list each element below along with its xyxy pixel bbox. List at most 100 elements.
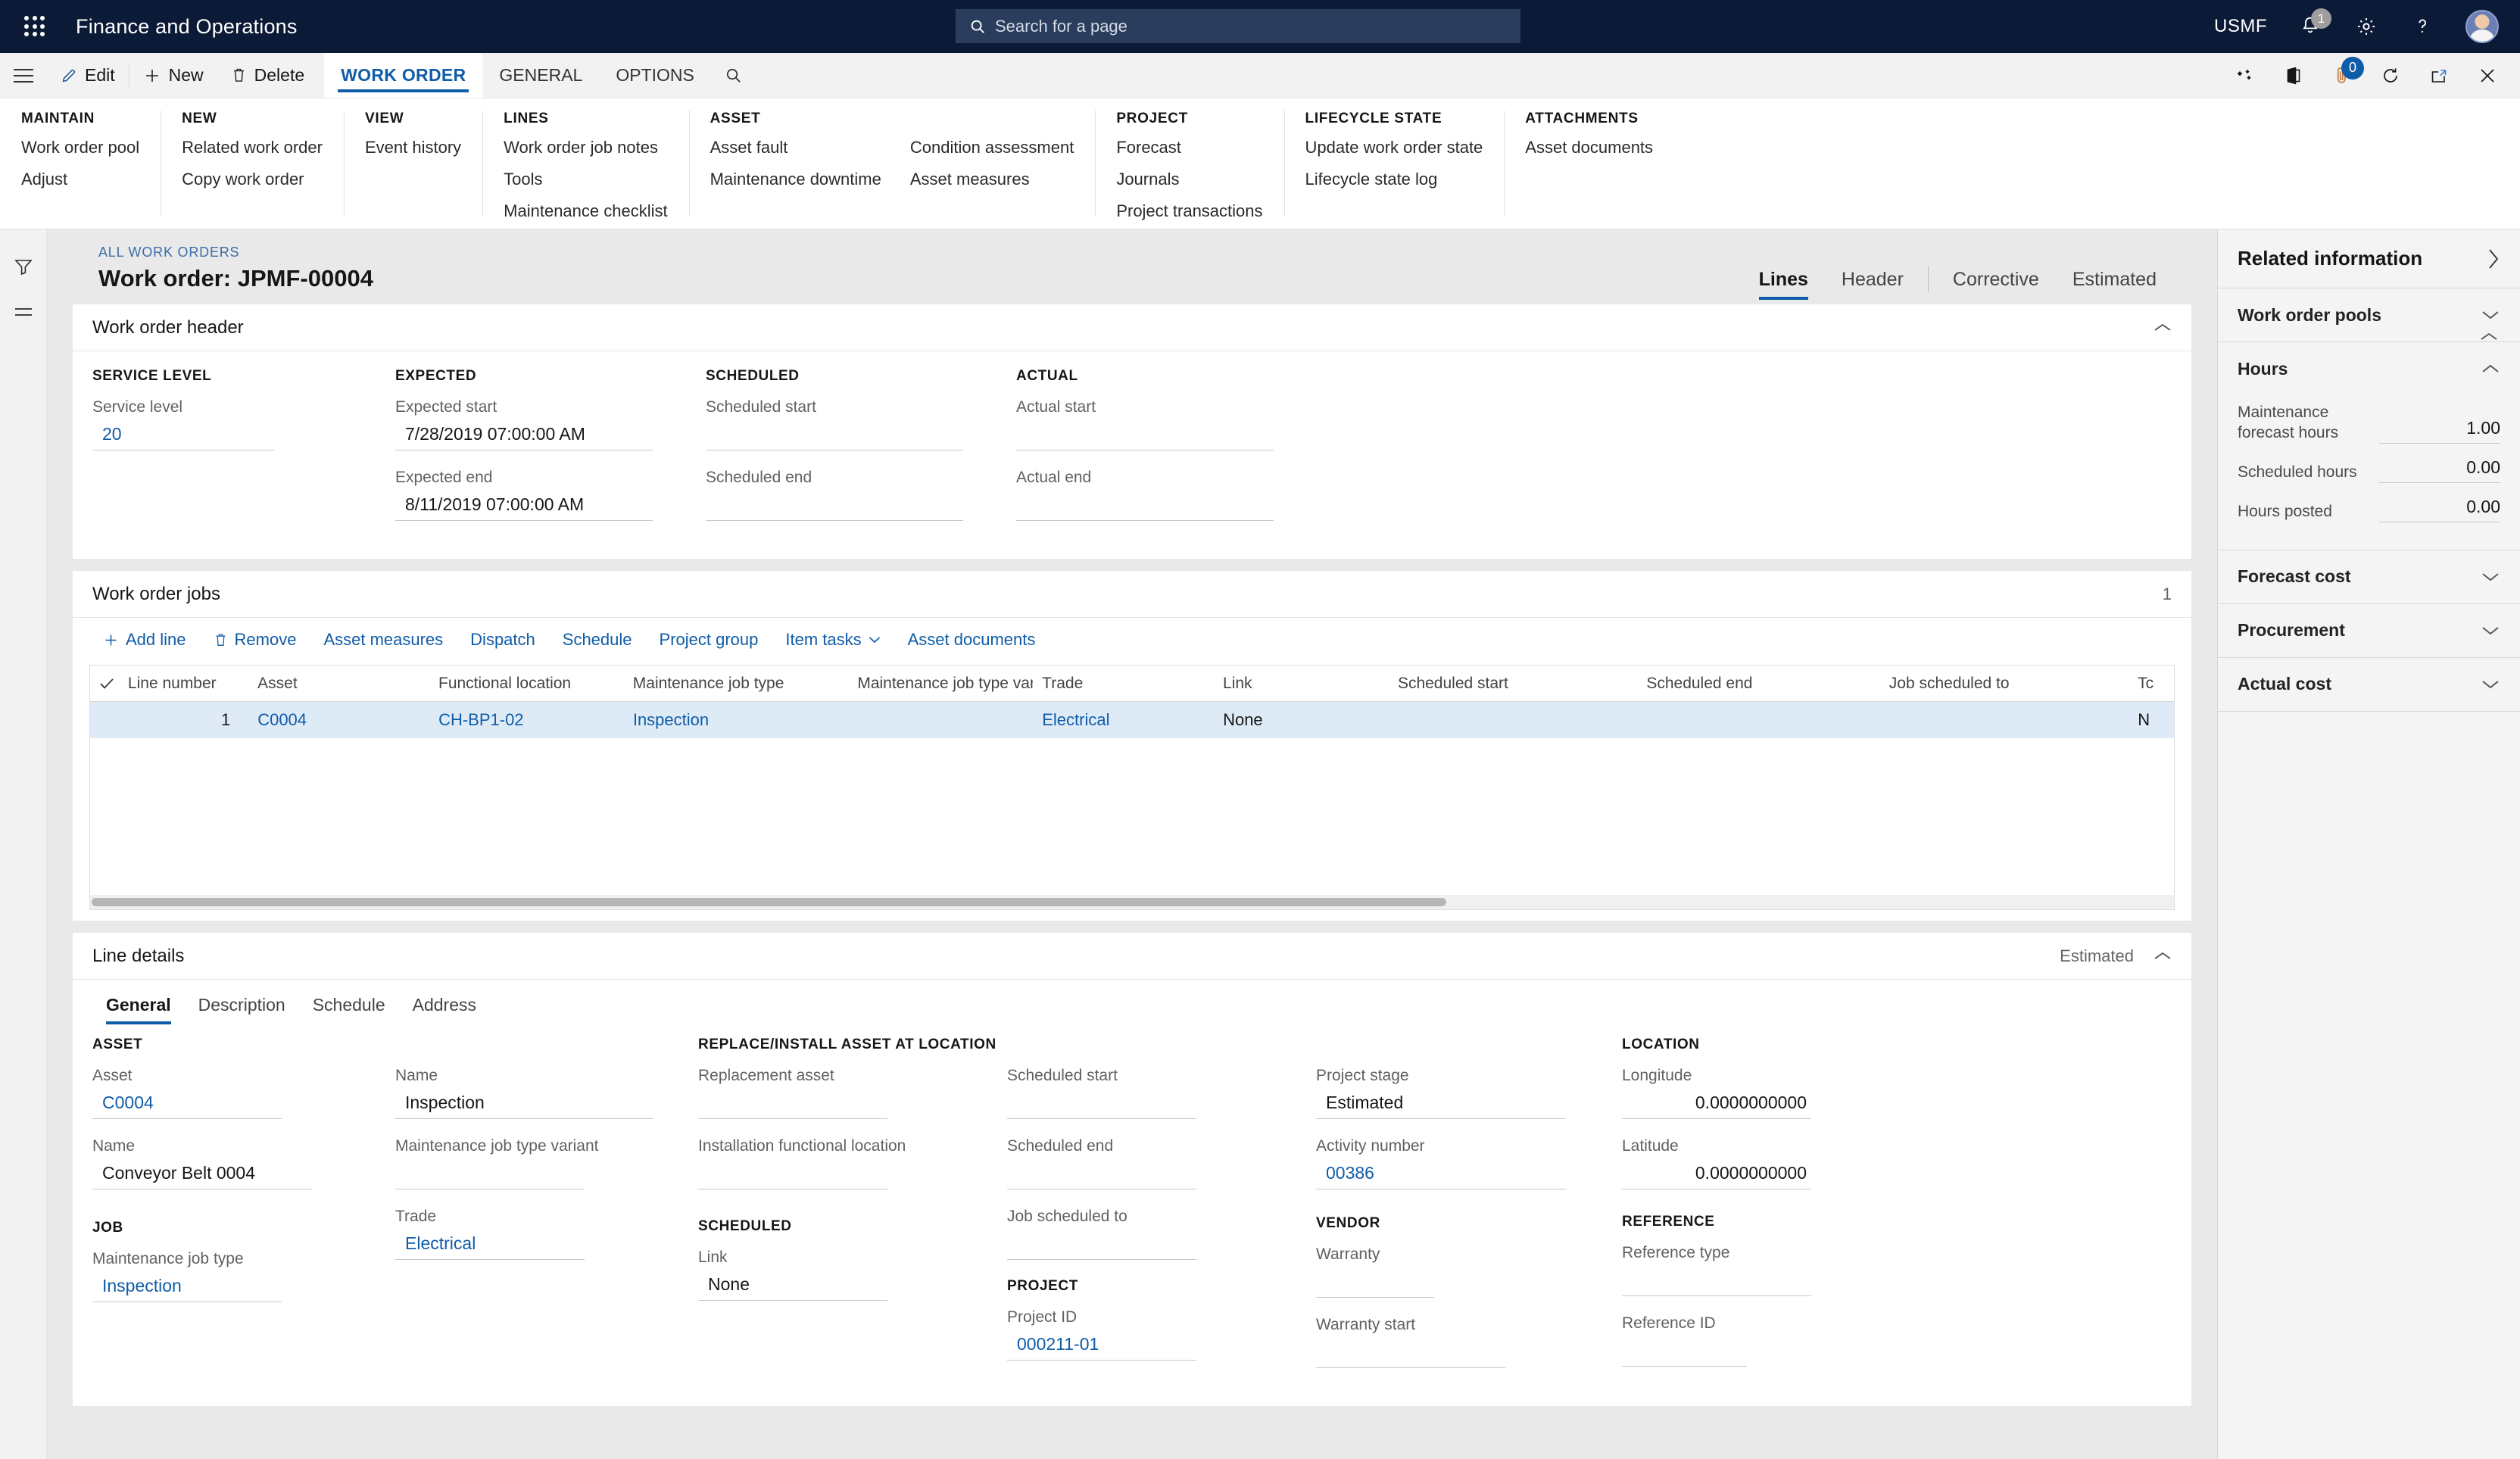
remove-button[interactable]: Remove: [200, 625, 310, 654]
ribbon-item-update-work-order-state[interactable]: Update work order state: [1305, 138, 1483, 157]
new-button[interactable]: New: [129, 53, 217, 98]
action-search-icon[interactable]: [711, 53, 756, 98]
ribbon-item-forecast[interactable]: Forecast: [1116, 138, 1262, 157]
ld-asset-name-value[interactable]: Conveyor Belt 0004: [92, 1161, 312, 1189]
tab-work-order[interactable]: WORK ORDER: [324, 53, 483, 98]
related-section-header-procurement[interactable]: Procurement: [2218, 604, 2520, 657]
ribbon-item-maintenance-downtime[interactable]: Maintenance downtime: [710, 170, 881, 189]
expected-end-value[interactable]: 8/11/2019 07:00:00 AM: [395, 492, 653, 521]
chevron-up-icon[interactable]: [2154, 950, 2172, 962]
cell-functional-location[interactable]: CH-BP1-02: [429, 710, 624, 730]
col-asset[interactable]: Asset: [248, 675, 429, 693]
col-maintenance-job-type-variant[interactable]: Maintenance job type varia...: [848, 675, 1033, 693]
col-scheduled-end[interactable]: Scheduled end: [1637, 675, 1879, 693]
ld-job-type-variant-value[interactable]: [395, 1161, 585, 1189]
view-tab-estimated[interactable]: Estimated: [2056, 269, 2173, 291]
actual-end-value[interactable]: [1016, 492, 1274, 521]
line-details-card-head[interactable]: Line details Estimated: [73, 933, 2191, 980]
col-job-scheduled-to[interactable]: Job scheduled to: [1880, 675, 2129, 693]
line-details-tab-general[interactable]: General: [92, 990, 185, 1024]
ld-job-name-value[interactable]: Inspection: [395, 1090, 653, 1119]
service-level-value[interactable]: 20: [92, 422, 274, 450]
ribbon-item-maintenance-checklist[interactable]: Maintenance checklist: [504, 201, 667, 221]
line-details-tab-schedule[interactable]: Schedule: [299, 990, 399, 1024]
asset-measures-button[interactable]: Asset measures: [310, 625, 457, 654]
ld-scheduled-start-value[interactable]: [1007, 1090, 1196, 1119]
chevron-up-icon[interactable]: [2481, 363, 2500, 375]
select-all-checkmark-icon[interactable]: [90, 678, 119, 690]
table-row[interactable]: 1 C0004 CH-BP1-02 Inspection Electrical …: [90, 702, 2174, 738]
grid-horizontal-scrollbar[interactable]: [89, 895, 2175, 910]
navigation-menu-icon[interactable]: [0, 53, 47, 98]
user-avatar[interactable]: [2465, 10, 2499, 43]
ld-scheduled-end-value[interactable]: [1007, 1161, 1196, 1189]
ribbon-item-related-work-order[interactable]: Related work order: [182, 138, 323, 157]
company-indicator[interactable]: USMF: [2214, 16, 2267, 37]
ld-job-scheduled-to-value[interactable]: [1007, 1231, 1196, 1260]
scheduled-start-value[interactable]: [706, 422, 963, 450]
expected-start-value[interactable]: 7/28/2019 07:00:00 AM: [395, 422, 653, 450]
open-in-new-window-icon[interactable]: [2426, 63, 2452, 89]
project-group-button[interactable]: Project group: [646, 625, 772, 654]
ribbon-item-asset-documents[interactable]: Asset documents: [1525, 138, 1653, 157]
close-icon[interactable]: [2475, 63, 2500, 89]
list-view-icon[interactable]: [14, 305, 33, 320]
col-link[interactable]: Link: [1214, 675, 1389, 693]
ribbon-item-copy-work-order[interactable]: Copy work order: [182, 170, 323, 189]
personalize-icon[interactable]: [2232, 63, 2258, 89]
col-line-number[interactable]: Line number: [119, 675, 248, 693]
ld-link-value[interactable]: None: [698, 1272, 887, 1301]
global-search-box[interactable]: Search for a page: [956, 9, 1520, 43]
dispatch-button[interactable]: Dispatch: [457, 625, 549, 654]
item-tasks-button[interactable]: Item tasks: [772, 625, 894, 654]
ld-longitude-value[interactable]: 0.0000000000: [1622, 1090, 1811, 1119]
cell-trade[interactable]: Electrical: [1033, 710, 1214, 730]
ld-warranty-value[interactable]: [1316, 1269, 1434, 1298]
notifications-icon[interactable]: 1: [2297, 8, 2331, 39]
chevron-right-icon[interactable]: [2487, 248, 2500, 270]
chevron-down-icon[interactable]: [2481, 625, 2500, 637]
tab-general[interactable]: GENERAL: [482, 53, 599, 98]
ld-maintenance-job-type-value[interactable]: Inspection: [92, 1274, 282, 1302]
hours-value-wrap[interactable]: 0.00: [2379, 497, 2500, 522]
cell-maintenance-job-type[interactable]: Inspection: [624, 710, 849, 730]
related-section-header-work-order-pools[interactable]: Work order pools: [2218, 288, 2520, 341]
line-details-tab-address[interactable]: Address: [399, 990, 490, 1024]
hours-value-wrap[interactable]: 1.00: [2379, 418, 2500, 444]
add-line-button[interactable]: Add line: [89, 625, 200, 654]
help-icon[interactable]: [2409, 14, 2435, 39]
related-section-header-actual-cost[interactable]: Actual cost: [2218, 658, 2520, 711]
schedule-button[interactable]: Schedule: [549, 625, 646, 654]
filter-icon[interactable]: [14, 257, 33, 276]
col-functional-location[interactable]: Functional location: [429, 675, 624, 693]
ld-reference-id-value[interactable]: [1622, 1338, 1747, 1367]
global-search-input[interactable]: Search for a page: [995, 17, 1127, 36]
scheduled-end-value[interactable]: [706, 492, 963, 521]
ribbon-item-condition-assessment[interactable]: Condition assessment: [910, 138, 1074, 157]
delete-button[interactable]: Delete: [217, 53, 318, 98]
ld-reference-type-value[interactable]: [1622, 1267, 1811, 1296]
chevron-down-icon[interactable]: [2481, 309, 2500, 321]
ld-latitude-value[interactable]: 0.0000000000: [1622, 1161, 1811, 1189]
chevron-down-icon[interactable]: [2481, 571, 2500, 583]
ribbon-item-tools[interactable]: Tools: [504, 170, 667, 189]
work-order-jobs-card-head[interactable]: Work order jobs 1: [73, 571, 2191, 618]
ribbon-item-work-order-job-notes[interactable]: Work order job notes: [504, 138, 667, 157]
related-information-header[interactable]: Related information: [2218, 229, 2520, 288]
ribbon-item-work-order-pool[interactable]: Work order pool: [21, 138, 139, 157]
ribbon-item-asset-fault[interactable]: Asset fault: [710, 138, 881, 157]
view-tab-lines[interactable]: Lines: [1742, 269, 1825, 300]
col-tc[interactable]: Tc: [2129, 675, 2174, 693]
edit-button[interactable]: Edit: [47, 53, 129, 98]
ld-project-stage-value[interactable]: Estimated: [1316, 1090, 1566, 1119]
ribbon-item-journals[interactable]: Journals: [1116, 170, 1262, 189]
cell-link[interactable]: None: [1214, 710, 1389, 730]
ld-replacement-asset-value[interactable]: [698, 1090, 887, 1119]
breadcrumb[interactable]: ALL WORK ORDERS: [98, 245, 373, 260]
collapse-ribbon-icon[interactable]: [2479, 331, 2499, 343]
office-export-icon[interactable]: [2281, 63, 2306, 89]
cell-asset[interactable]: C0004: [248, 710, 429, 730]
ribbon-item-project-transactions[interactable]: Project transactions: [1116, 201, 1262, 221]
ld-project-id-value[interactable]: 000211-01: [1007, 1332, 1196, 1361]
view-tab-corrective[interactable]: Corrective: [1936, 269, 2056, 291]
